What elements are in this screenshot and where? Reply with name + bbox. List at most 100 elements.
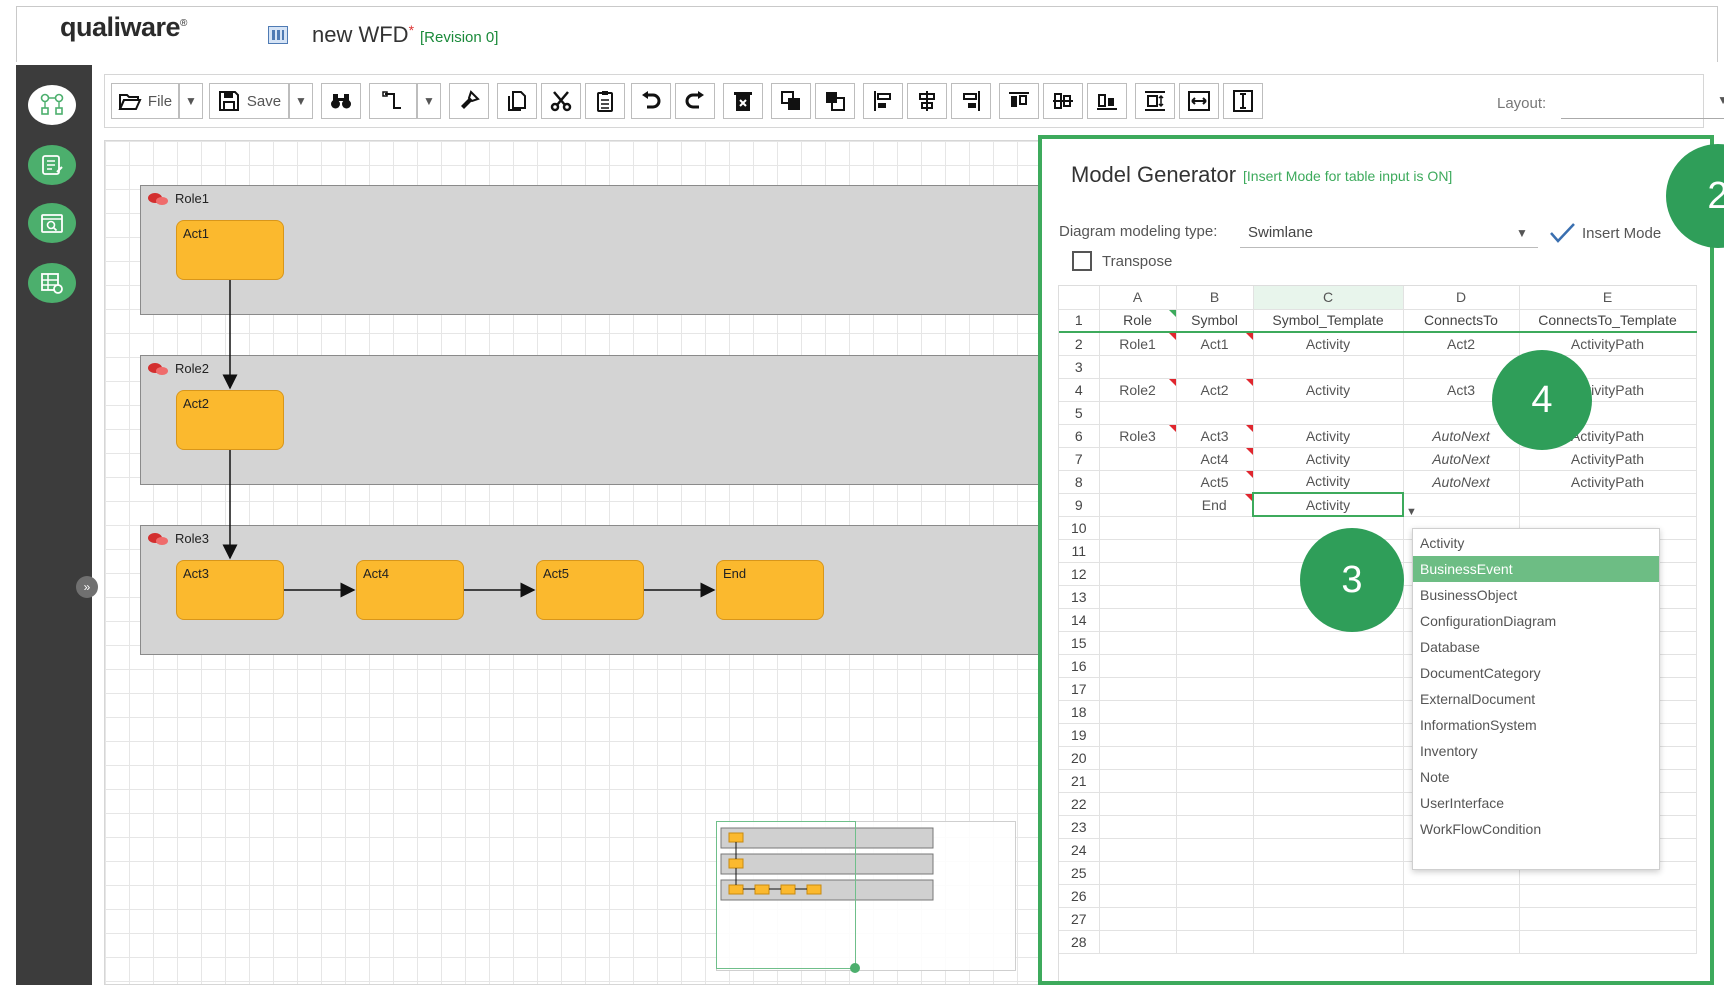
file-button[interactable]: File: [111, 83, 179, 119]
row-header[interactable]: 15: [1059, 631, 1100, 655]
table-cell[interactable]: AutoNext: [1403, 470, 1520, 494]
table-cell[interactable]: Role2: [1099, 378, 1177, 402]
table-cell[interactable]: [1253, 838, 1404, 862]
row-header[interactable]: 24: [1059, 838, 1100, 862]
table-cell[interactable]: [1176, 792, 1254, 816]
row-header[interactable]: 2: [1059, 332, 1100, 356]
dropdown-option[interactable]: ConfigurationDiagram: [1413, 608, 1659, 634]
row-header[interactable]: 21: [1059, 769, 1100, 793]
cut-button[interactable]: [541, 83, 581, 119]
activity-end[interactable]: End: [716, 560, 824, 620]
dropdown-option[interactable]: DocumentCategory: [1413, 660, 1659, 686]
file-dropdown-button[interactable]: ▼: [179, 83, 203, 119]
table-cell[interactable]: Activity: [1253, 332, 1404, 356]
table-cell[interactable]: [1099, 470, 1177, 494]
row-header[interactable]: 25: [1059, 861, 1100, 885]
dropdown-option[interactable]: BusinessEvent: [1413, 556, 1659, 582]
table-cell[interactable]: [1253, 654, 1404, 678]
qualiware-logo[interactable]: qualiware®: [60, 12, 187, 43]
table-cell[interactable]: [1253, 769, 1404, 793]
row-header[interactable]: 8: [1059, 470, 1100, 494]
row-header[interactable]: 13: [1059, 585, 1100, 609]
table-cell[interactable]: [1099, 562, 1177, 586]
table-cell[interactable]: [1519, 930, 1697, 954]
activity-act3[interactable]: Act3: [176, 560, 284, 620]
activity-act1[interactable]: Act1: [176, 220, 284, 280]
table-settings-nav-button[interactable]: [28, 263, 76, 303]
dropdown-option[interactable]: UserInterface: [1413, 790, 1659, 816]
table-cell[interactable]: Act4: [1176, 447, 1254, 471]
table-cell[interactable]: [1253, 723, 1404, 747]
table-cell[interactable]: [1176, 907, 1254, 931]
table-cell[interactable]: [1099, 401, 1177, 425]
table-cell[interactable]: Act2: [1176, 378, 1254, 402]
table-cell[interactable]: [1099, 746, 1177, 770]
table-cell[interactable]: [1176, 861, 1254, 885]
row-header[interactable]: 1: [1059, 309, 1100, 333]
delete-button[interactable]: [723, 83, 763, 119]
row-header[interactable]: 5: [1059, 401, 1100, 425]
row-header[interactable]: 18: [1059, 700, 1100, 724]
table-cell[interactable]: [1403, 930, 1520, 954]
row-header[interactable]: 19: [1059, 723, 1100, 747]
minimap-viewport[interactable]: [716, 821, 856, 969]
row-header[interactable]: 23: [1059, 815, 1100, 839]
table-cell[interactable]: [1176, 677, 1254, 701]
align-top-button[interactable]: [999, 83, 1039, 119]
paste-button[interactable]: [585, 83, 625, 119]
table-cell[interactable]: [1253, 884, 1404, 908]
table-cell[interactable]: [1099, 585, 1177, 609]
table-cell[interactable]: Role: [1099, 309, 1177, 333]
model-generator-nav-button[interactable]: [28, 85, 76, 125]
table-cell[interactable]: [1099, 815, 1177, 839]
table-cell[interactable]: [1176, 884, 1254, 908]
table-cell[interactable]: [1099, 631, 1177, 655]
row-header[interactable]: 7: [1059, 447, 1100, 471]
table-cell[interactable]: [1099, 447, 1177, 471]
table-cell[interactable]: [1099, 654, 1177, 678]
table-cell[interactable]: [1099, 677, 1177, 701]
table-cell[interactable]: [1403, 907, 1520, 931]
row-header[interactable]: 10: [1059, 516, 1100, 540]
minimap-resize-handle[interactable]: [850, 963, 860, 973]
table-cell[interactable]: [1176, 746, 1254, 770]
table-cell[interactable]: [1099, 769, 1177, 793]
table-cell[interactable]: [1253, 631, 1404, 655]
browse-nav-button[interactable]: [28, 203, 76, 243]
send-to-back-button[interactable]: [815, 83, 855, 119]
column-header-a[interactable]: A: [1099, 286, 1177, 310]
dropdown-option[interactable]: Note: [1413, 764, 1659, 790]
undo-button[interactable]: [631, 83, 671, 119]
row-header[interactable]: 14: [1059, 608, 1100, 632]
row-header[interactable]: 26: [1059, 884, 1100, 908]
row-header[interactable]: 20: [1059, 746, 1100, 770]
row-header[interactable]: 6: [1059, 424, 1100, 448]
table-cell[interactable]: [1519, 907, 1697, 931]
table-cell[interactable]: ConnectsTo: [1403, 309, 1520, 333]
table-cell[interactable]: Act2: [1403, 332, 1520, 356]
table-cell[interactable]: [1176, 654, 1254, 678]
table-cell[interactable]: AutoNext: [1403, 447, 1520, 471]
table-cell[interactable]: [1176, 723, 1254, 747]
expand-panel-button[interactable]: »: [76, 576, 98, 598]
symbol-template-dropdown[interactable]: Activity BusinessEvent BusinessObject Confi…: [1412, 528, 1660, 870]
table-cell[interactable]: [1253, 746, 1404, 770]
table-cell[interactable]: Act3: [1176, 424, 1254, 448]
table-cell[interactable]: [1519, 884, 1697, 908]
column-header-c[interactable]: C: [1253, 286, 1404, 310]
align-bottom-button[interactable]: [1087, 83, 1127, 119]
row-header[interactable]: 12: [1059, 562, 1100, 586]
table-cell[interactable]: [1176, 769, 1254, 793]
swimlane-role1[interactable]: Role1: [140, 185, 1140, 315]
align-center-button[interactable]: [907, 83, 947, 119]
save-dropdown-button[interactable]: ▼: [289, 83, 313, 119]
table-cell[interactable]: [1099, 907, 1177, 931]
dropdown-option[interactable]: BusinessObject: [1413, 582, 1659, 608]
row-header[interactable]: 4: [1059, 378, 1100, 402]
table-cell[interactable]: [1253, 815, 1404, 839]
row-header[interactable]: 28: [1059, 930, 1100, 954]
row-header[interactable]: 22: [1059, 792, 1100, 816]
column-header-e[interactable]: E: [1519, 286, 1697, 310]
table-cell[interactable]: Act5: [1176, 470, 1254, 494]
table-cell[interactable]: [1253, 861, 1404, 885]
